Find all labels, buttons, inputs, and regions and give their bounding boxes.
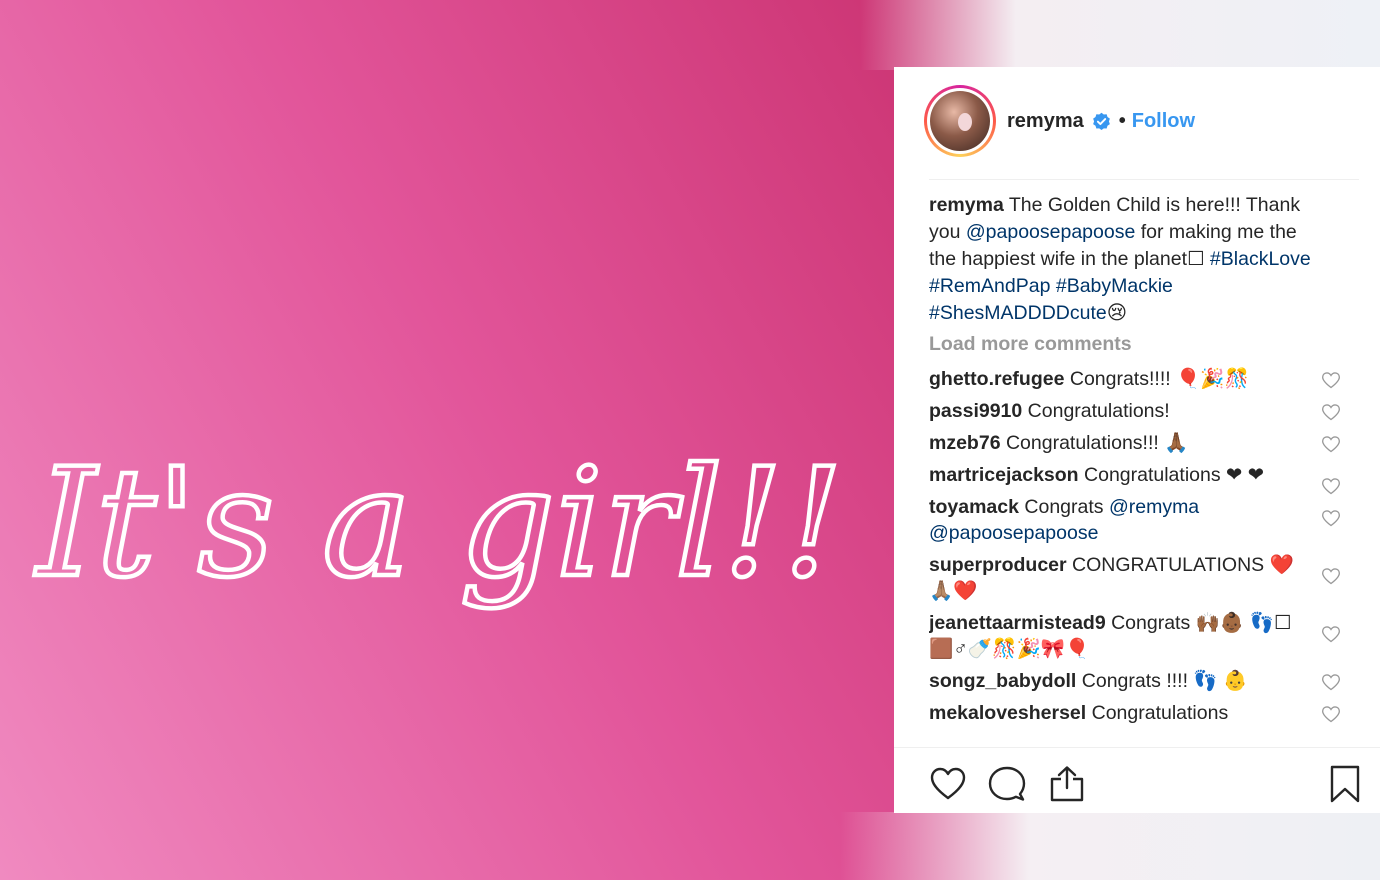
comment-text: Congrats !!!! 👣 👶 xyxy=(1076,670,1248,692)
load-more-comments-button[interactable]: Load more comments xyxy=(929,331,1359,358)
its-a-girl-script: It's a girl!! xyxy=(31,435,845,614)
comment-item: mekaloveshersel Congratulations xyxy=(929,700,1359,726)
comment-text: Congratulations! xyxy=(1022,400,1170,422)
author-username[interactable]: remyma xyxy=(1007,110,1084,133)
post-caption: remyma The Golden Child is here!!! Thank… xyxy=(929,192,1319,327)
comment-username[interactable]: toyamack xyxy=(929,496,1019,518)
comment-item: songz_babydoll Congrats !!!! 👣 👶 xyxy=(929,668,1359,694)
heart-icon[interactable] xyxy=(1321,476,1341,496)
comment-text: Congrats!!!! 🎈🎉🎊 xyxy=(1064,368,1249,390)
hashtag-link[interactable]: #BlackLove xyxy=(1210,248,1311,270)
comment-item: superproducer CONGRATULATIONS ❤️🙏🏽❤️ xyxy=(929,552,1359,604)
comment-item: toyamack Congrats @remyma @papoosepapoos… xyxy=(929,494,1359,546)
caption-mention[interactable]: @papoosepapoose xyxy=(966,221,1135,243)
heart-icon[interactable] xyxy=(928,764,968,804)
caption-emoji: 😢 xyxy=(1106,302,1128,324)
comment-text: Congrats xyxy=(1018,496,1109,518)
caption-username[interactable]: remyma xyxy=(929,194,1004,216)
follow-button[interactable]: Follow xyxy=(1132,110,1195,133)
script-text: It's a girl!! xyxy=(34,437,844,611)
post-panel: remyma • Follow remyma The Golden Child … xyxy=(894,67,1380,813)
heart-icon[interactable] xyxy=(1321,566,1341,586)
comment-username[interactable]: martricejackson xyxy=(929,464,1079,486)
share-icon[interactable] xyxy=(1047,764,1087,804)
verified-badge-icon xyxy=(1092,112,1110,130)
comment-username[interactable]: mekaloveshersel xyxy=(929,702,1086,724)
background-blur-bottom xyxy=(840,812,1380,880)
heart-icon[interactable] xyxy=(1321,672,1341,692)
comment-item: passi9910 Congratulations! xyxy=(929,398,1359,424)
comment-item: ghetto.refugee Congrats!!!! 🎈🎉🎊 xyxy=(929,366,1359,392)
comment-username[interactable]: mzeb76 xyxy=(929,432,1001,454)
comment-username[interactable]: passi9910 xyxy=(929,400,1022,422)
comment-username[interactable]: songz_babydoll xyxy=(929,670,1076,692)
username-row: remyma • Follow xyxy=(1007,107,1195,135)
header-divider xyxy=(929,179,1359,180)
avatar[interactable] xyxy=(924,85,996,157)
comment-username[interactable]: jeanettaarmistead9 xyxy=(929,612,1106,634)
heart-icon[interactable] xyxy=(1321,624,1341,644)
separator-dot: • xyxy=(1118,109,1126,132)
comment-text: Congratulations xyxy=(1086,702,1229,724)
post-image: It's a girl!! xyxy=(0,0,894,880)
hashtag-link[interactable]: #RemAndPap xyxy=(929,275,1050,297)
comments-section: remyma The Golden Child is here!!! Thank… xyxy=(929,192,1359,745)
hashtag-link[interactable]: #BabyMackie xyxy=(1056,275,1173,297)
post-header: remyma • Follow xyxy=(894,67,1380,179)
comment-item: mzeb76 Congratulations!!! 🙏🏾 xyxy=(929,430,1359,456)
heart-icon[interactable] xyxy=(1321,704,1341,724)
hashtag-link[interactable]: #ShesMADDDDcute xyxy=(929,302,1107,324)
heart-icon[interactable] xyxy=(1321,508,1341,528)
comment-username[interactable]: ghetto.refugee xyxy=(929,368,1064,390)
comment-text: Congratulations!!! 🙏🏾 xyxy=(1000,432,1189,454)
heart-icon[interactable] xyxy=(1321,370,1341,390)
comment-item: jeanettaarmistead9 Congrats 🙌🏾👶🏾 👣☐🟫♂🍼🎊🎉… xyxy=(929,610,1359,662)
post-actions-bar xyxy=(894,747,1380,813)
comment-item: martricejackson Congratulations ❤ ❤ xyxy=(929,462,1359,495)
bookmark-icon[interactable] xyxy=(1325,764,1365,804)
heart-icon[interactable] xyxy=(1321,402,1341,422)
background-blur-top xyxy=(860,0,1380,70)
comment-bubble-icon[interactable] xyxy=(987,764,1027,804)
comment-mention[interactable]: @papoosepapoose xyxy=(929,522,1098,544)
heart-icon[interactable] xyxy=(1321,434,1341,454)
comment-text: Congratulations ❤ ❤ xyxy=(1078,464,1265,486)
comment-mention[interactable]: @remyma xyxy=(1109,496,1199,518)
comment-username[interactable]: superproducer xyxy=(929,554,1067,576)
avatar-image xyxy=(930,91,990,151)
